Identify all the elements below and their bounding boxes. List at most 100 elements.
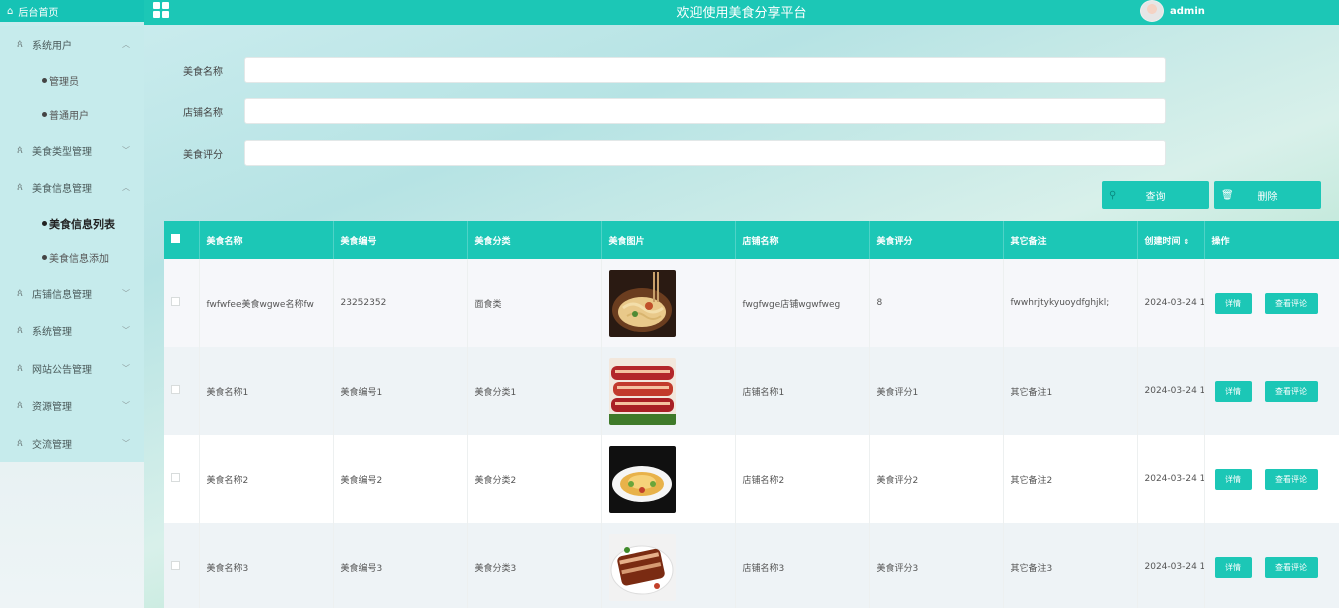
chevron-up-icon: ︿ (122, 183, 130, 193)
sidebar-item-food-type[interactable]: ጰ 美食类型管理 ﹀ (0, 132, 144, 170)
delete-button[interactable]: 🗑 删除 (1214, 181, 1321, 209)
bullet-icon (42, 255, 47, 260)
row-checkbox[interactable] (171, 561, 180, 570)
row-select-cell[interactable] (164, 435, 200, 523)
shop-name-row: 店铺名称 (183, 98, 1166, 124)
cell-food-name: fwfwfee美食wgwe名称fw (199, 259, 334, 347)
chevron-down-icon: ﹀ (122, 401, 130, 411)
detail-button[interactable]: 详情 (1214, 292, 1252, 314)
column-header: 美食评分 (869, 221, 1004, 259)
row-checkbox[interactable] (171, 297, 180, 306)
food-image (608, 533, 735, 601)
cell-rating: 8 (869, 259, 1004, 347)
user-icon: ጰ (17, 362, 23, 374)
food-name-row: 美食名称 (183, 57, 1166, 83)
user-icon: ጰ (17, 437, 23, 449)
sidebar-item-resources[interactable]: ጰ 资源管理 ﹀ (0, 387, 144, 425)
column-header: 操作 (1204, 221, 1339, 259)
username-label[interactable]: admin (1170, 6, 1205, 17)
search-icon: ⚲ (1109, 189, 1117, 201)
column-header: 美食编号 (333, 221, 468, 259)
row-checkbox[interactable] (171, 385, 180, 394)
sidebar-subitem-label: 美食信息列表 (49, 217, 115, 231)
sidebar-subitem-food-add[interactable]: 美食信息添加 (0, 241, 144, 275)
sidebar-subitem-food-list[interactable]: 美食信息列表 (0, 207, 144, 241)
chevron-down-icon: ﹀ (122, 326, 130, 336)
sidebar: ⌂ 后台首页 ጰ 系统用户 ︿ 管理员 普通用户 ጰ 美食类型管理 ﹀ ጰ 美食… (0, 0, 144, 608)
view-comments-button[interactable]: 查看评论 (1264, 468, 1318, 490)
sidebar-subitem-label: 普通用户 (49, 111, 89, 122)
bullet-icon (42, 221, 47, 226)
chevron-down-icon: ﹀ (122, 145, 130, 155)
top-bar: 欢迎使用美食分享平台 admin (144, 0, 1339, 25)
home-icon: ⌂ (7, 5, 14, 17)
detail-button[interactable]: 详情 (1214, 556, 1252, 578)
sidebar-home-link[interactable]: ⌂ 后台首页 (0, 0, 144, 22)
cell-created: 2024-03-24 15 (1137, 259, 1205, 347)
view-comments-button[interactable]: 查看评论 (1264, 556, 1318, 578)
column-header-created[interactable]: 创建时间 ⇕ (1137, 221, 1205, 259)
food-table: 美食名称 美食编号 美食分类 美食图片 店铺名称 美食评分 其它备注 创建时间 ⇕… (164, 221, 1339, 608)
cell-actions: 详情 查看评论 (1203, 435, 1339, 523)
food-name-label: 美食名称 (183, 66, 223, 78)
sidebar-subitem-label: 管理员 (49, 77, 79, 88)
sidebar-item-label: 美食信息管理 (32, 184, 92, 196)
cell-actions: 详情 查看评论 (1203, 347, 1339, 435)
cell-food-category: 面食类 (467, 259, 602, 347)
trash-icon: 🗑 (1221, 189, 1234, 201)
sidebar-item-system-manage[interactable]: ጰ 系统管理 ﹀ (0, 312, 144, 350)
food-name-input[interactable] (244, 57, 1166, 83)
sidebar-item-exchange[interactable]: ጰ 交流管理 ﹀ (0, 425, 144, 463)
sidebar-subitem-admin[interactable]: 管理员 (0, 64, 144, 98)
column-header-label: 创建时间 (1144, 236, 1181, 247)
shop-name-input[interactable] (244, 98, 1166, 124)
cell-actions: 详情 查看评论 (1203, 259, 1339, 347)
column-header: 美食名称 (199, 221, 334, 259)
cell-food-code: 美食编号1 (333, 347, 468, 435)
cell-food-category: 美食分类2 (467, 435, 602, 523)
view-comments-button[interactable]: 查看评论 (1264, 292, 1318, 314)
sidebar-item-label: 系统用户 (32, 41, 72, 53)
cell-food-category: 美食分类1 (467, 347, 602, 435)
chevron-down-icon: ﹀ (122, 438, 130, 448)
avatar[interactable] (1140, 0, 1164, 22)
rating-input[interactable] (244, 140, 1166, 166)
sidebar-item-label: 店铺信息管理 (32, 289, 92, 301)
sidebar-item-food-info[interactable]: ጰ 美食信息管理 ︿ (0, 169, 144, 207)
query-button[interactable]: ⚲ 查询 (1102, 181, 1209, 209)
cell-created: 2024-03-24 15 (1137, 347, 1205, 435)
cell-note: 其它备注1 (1003, 347, 1138, 435)
detail-button[interactable]: 详情 (1214, 468, 1252, 490)
sort-icon[interactable]: ⇕ (1184, 238, 1190, 246)
cell-shop-name: 店铺名称3 (735, 523, 870, 608)
column-header: 美食图片 (601, 221, 736, 259)
sidebar-item-system-users[interactable]: ጰ 系统用户 ︿ (0, 26, 144, 64)
sidebar-item-label: 系统管理 (32, 327, 72, 339)
row-select-cell[interactable] (164, 523, 200, 608)
chevron-down-icon: ﹀ (122, 288, 130, 298)
cell-food-image (601, 347, 736, 435)
sidebar-subitem-normal-users[interactable]: 普通用户 (0, 98, 144, 132)
select-all-cell[interactable] (164, 221, 200, 259)
cell-shop-name: 店铺名称2 (735, 435, 870, 523)
sidebar-item-announcements[interactable]: ጰ 网站公告管理 ﹀ (0, 350, 144, 388)
cell-food-code: 23252352 (333, 259, 468, 347)
chevron-down-icon: ﹀ (122, 363, 130, 373)
shop-name-label: 店铺名称 (183, 107, 223, 119)
cell-created: 2024-03-24 15 (1137, 435, 1205, 523)
user-icon: ጰ (17, 39, 23, 51)
sidebar-home-label: 后台首页 (18, 7, 59, 19)
rating-row: 美食评分 (183, 140, 1166, 166)
sidebar-subitem-label: 美食信息添加 (49, 254, 109, 265)
cell-food-code: 美食编号2 (333, 435, 468, 523)
view-comments-button[interactable]: 查看评论 (1264, 380, 1318, 402)
user-icon: ጰ (17, 144, 23, 156)
row-checkbox[interactable] (171, 473, 180, 482)
sidebar-item-shop-info[interactable]: ጰ 店铺信息管理 ﹀ (0, 275, 144, 313)
cell-shop-name: 店铺名称1 (735, 347, 870, 435)
row-select-cell[interactable] (164, 347, 200, 435)
row-select-cell[interactable] (164, 259, 200, 347)
detail-button[interactable]: 详情 (1214, 380, 1252, 402)
select-all-checkbox[interactable] (171, 234, 180, 243)
sidebar-item-label: 交流管理 (32, 439, 72, 451)
